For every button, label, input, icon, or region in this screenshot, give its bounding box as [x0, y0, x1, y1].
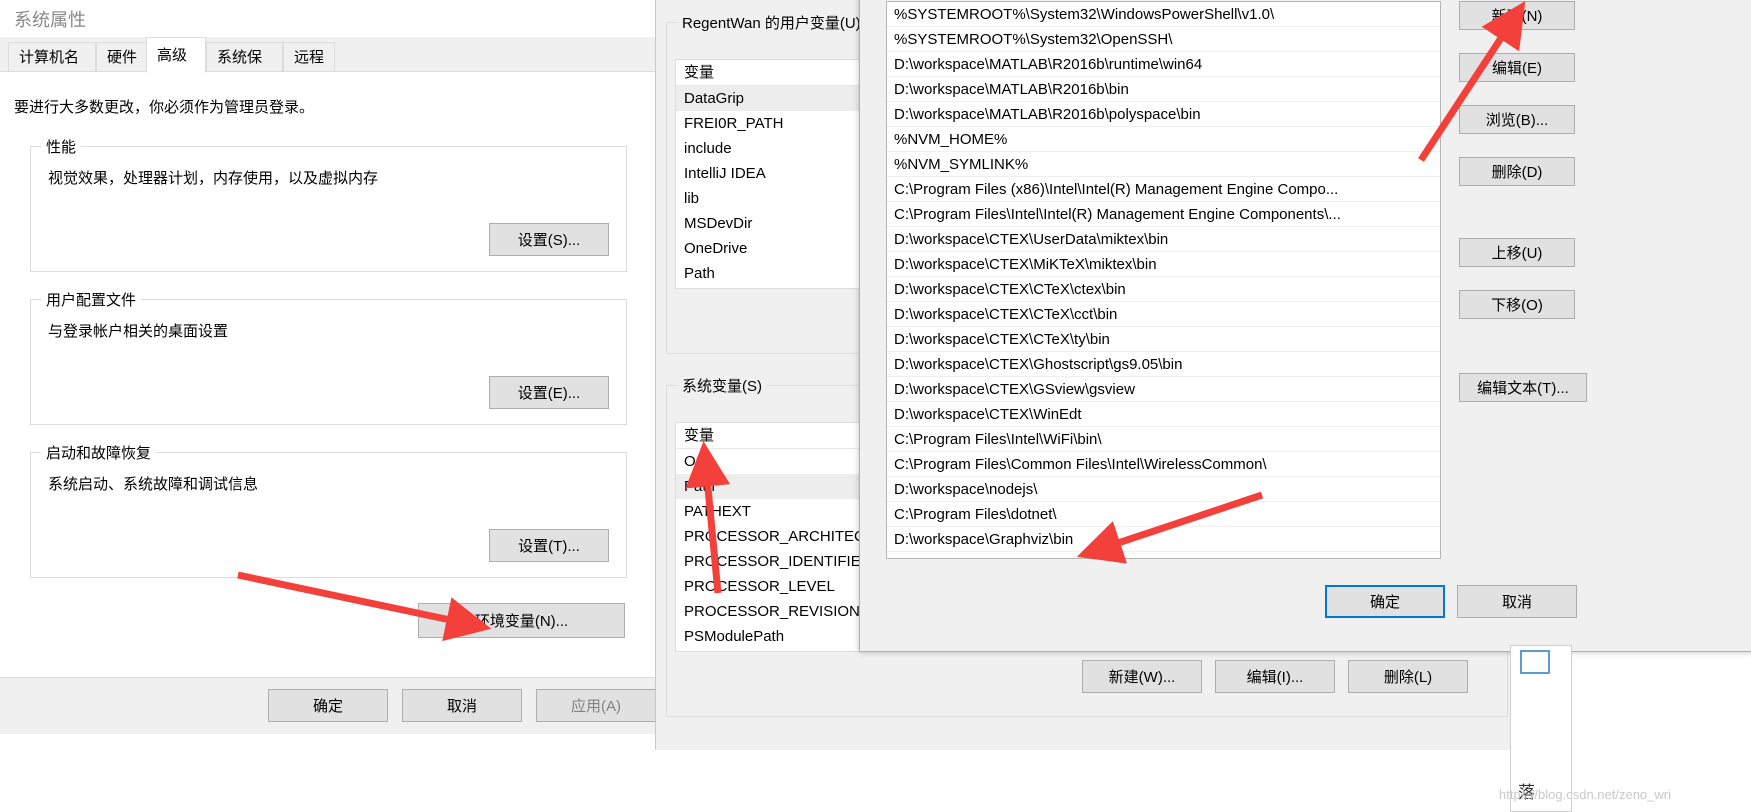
admin-hint-text: 要进行大多数更改，你必须作为管理员登录。: [14, 99, 315, 116]
tab-computer-name[interactable]: 计算机名: [8, 42, 96, 72]
edit-text-button[interactable]: 编辑文本(T)...: [1459, 373, 1587, 402]
list-item[interactable]: D:\workspace\nodejs\: [887, 477, 1440, 502]
startup-recovery-settings-button[interactable]: 设置(T)...: [489, 529, 609, 562]
user-variables-group-title: RegentWan 的用户变量(U): [677, 12, 866, 33]
list-item[interactable]: C:\Program Files\Intel\WiFi\bin\: [887, 427, 1440, 452]
dialog-footer: 确定 取消 应用(A): [0, 677, 656, 734]
performance-settings-button[interactable]: 设置(S)...: [489, 223, 609, 256]
startup-recovery-group-desc: 系统启动、系统故障和调试信息: [48, 476, 259, 493]
system-variable-new-button[interactable]: 新建(W)...: [1082, 660, 1202, 693]
startup-recovery-group-title: 启动和故障恢复: [41, 442, 157, 463]
watermark-text: https://blog.csdn.net/zeno_wri: [1499, 787, 1671, 802]
dialog-cancel-button[interactable]: 取消: [1457, 585, 1577, 618]
list-item[interactable]: D:\workspace\CTEX\UserData\miktex\bin: [887, 227, 1440, 252]
user-profiles-group: 用户配置文件 与登录帐户相关的桌面设置 设置(E)...: [30, 289, 627, 425]
list-item[interactable]: C:\Program Files\Common Files\Intel\Wire…: [887, 452, 1440, 477]
list-item[interactable]: D:\workspace\CTEX\MiKTeX\miktex\bin: [887, 252, 1440, 277]
list-item[interactable]: %NVM_SYMLINK%: [887, 152, 1440, 177]
tab-system-protection[interactable]: 系统保护: [206, 42, 283, 96]
tab-advanced[interactable]: 高级: [146, 37, 206, 73]
system-variable-edit-button[interactable]: 编辑(I)...: [1215, 660, 1335, 693]
startup-recovery-group: 启动和故障恢复 系统启动、系统故障和调试信息 设置(T)...: [30, 442, 627, 578]
path-list-scrollbar[interactable]: [1440, 2, 1441, 558]
list-item[interactable]: D:\workspace\CTEX\Ghostscript\gs9.05\bin: [887, 352, 1440, 377]
list-item[interactable]: D:\workspace\CTEX\CTeX\ctex\bin: [887, 277, 1440, 302]
list-item[interactable]: D:\workspace\MATLAB\R2016b\bin: [887, 77, 1440, 102]
list-item[interactable]: %SYSTEMROOT%\System32\WindowsPowerShell\…: [887, 2, 1440, 27]
user-profiles-settings-button[interactable]: 设置(E)...: [489, 376, 609, 409]
list-item[interactable]: %NVM_HOME%: [887, 127, 1440, 152]
edit-path-button[interactable]: 编辑(E): [1459, 53, 1575, 82]
tab-hardware[interactable]: 硬件: [96, 42, 148, 72]
background-app-icon: [1520, 650, 1550, 674]
environment-variables-button[interactable]: 环境变量(N)...: [418, 603, 625, 638]
dialog-ok-button[interactable]: 确定: [1325, 585, 1445, 618]
delete-path-button[interactable]: 删除(D): [1459, 157, 1575, 186]
edit-environment-variable-dialog: %SYSTEMROOT%\System32\WindowsPowerShell\…: [859, 0, 1751, 652]
browse-path-button[interactable]: 浏览(B)...: [1459, 105, 1575, 134]
list-item[interactable]: D:\workspace\CTEX\CTeX\ty\bin: [887, 327, 1440, 352]
list-item[interactable]: D:\workspace\Graphviz\bin: [887, 527, 1440, 552]
list-item[interactable]: C:\Program Files\Intel\Intel(R) Manageme…: [887, 202, 1440, 227]
performance-group-title: 性能: [41, 136, 82, 157]
path-entries-list[interactable]: %SYSTEMROOT%\System32\WindowsPowerShell\…: [886, 1, 1441, 559]
list-item[interactable]: D:\workspace\CTEX\WinEdt: [887, 402, 1440, 427]
ok-button[interactable]: 确定: [268, 689, 388, 722]
tab-strip: 计算机名 硬件 高级 系统保护 远程: [0, 37, 655, 96]
list-item[interactable]: %SYSTEMROOT%\System32\OpenSSH\: [887, 27, 1440, 52]
window-title: 系统属性: [14, 10, 86, 30]
list-item[interactable]: D:\workspace\CTEX\CTeX\cct\bin: [887, 302, 1440, 327]
move-down-button[interactable]: 下移(O): [1459, 290, 1575, 319]
user-profiles-group-desc: 与登录帐户相关的桌面设置: [48, 323, 229, 340]
list-item[interactable]: C:\Program Files\dotnet\: [887, 502, 1440, 527]
performance-group-desc: 视觉效果，处理器计划，内存使用，以及虚拟内存: [48, 170, 379, 187]
move-up-button[interactable]: 上移(U): [1459, 238, 1575, 267]
system-variable-delete-button[interactable]: 删除(L): [1348, 660, 1468, 693]
list-item[interactable]: C:\Program Files (x86)\Intel\Intel(R) Ma…: [887, 177, 1440, 202]
list-item[interactable]: D:\workspace\MATLAB\R2016b\polyspace\bin: [887, 102, 1440, 127]
list-item[interactable]: D:\workspace\CTEX\GSview\gsview: [887, 377, 1440, 402]
user-profiles-group-title: 用户配置文件: [41, 289, 142, 310]
new-path-button[interactable]: 新建(N): [1459, 1, 1575, 30]
cancel-button[interactable]: 取消: [402, 689, 522, 722]
list-item[interactable]: D:\workspace\MATLAB\R2016b\runtime\win64: [887, 52, 1440, 77]
system-variables-group-title: 系统变量(S): [677, 375, 767, 396]
performance-group: 性能 视觉效果，处理器计划，内存使用，以及虚拟内存 设置(S)...: [30, 136, 627, 272]
tab-remote[interactable]: 远程: [283, 42, 335, 72]
system-properties-window: 系统属性 计算机名 硬件 高级 系统保护 远程 要进行大多数更改，你必须作为管理…: [0, 0, 656, 810]
apply-button: 应用(A): [536, 689, 656, 722]
